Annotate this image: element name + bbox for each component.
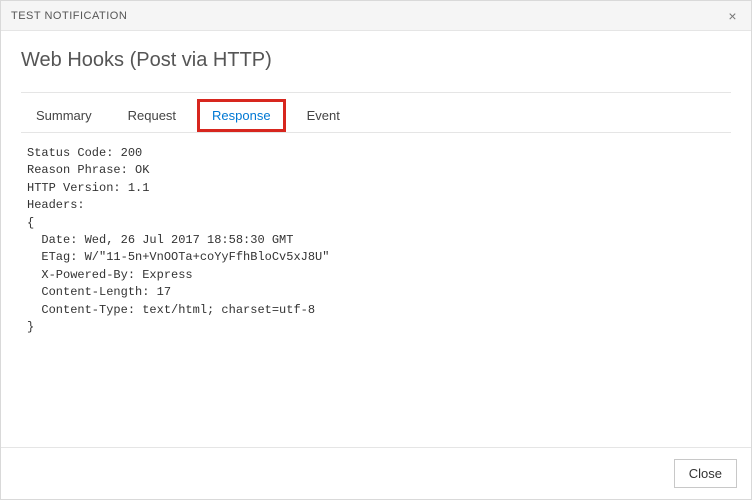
close-button[interactable]: Close [674,459,737,488]
page-title: Web Hooks (Post via HTTP) [21,49,731,72]
tab-response[interactable]: Response [197,99,286,132]
divider [21,92,731,93]
tab-bar: Summary Request Response Event [21,99,731,133]
tab-summary[interactable]: Summary [21,99,107,132]
close-icon[interactable]: × [724,6,741,26]
dialog-titlebar: TEST NOTIFICATION × [1,1,751,31]
dialog-footer: Close [1,447,751,499]
response-body: Status Code: 200 Reason Phrase: OK HTTP … [21,133,731,348]
tab-request[interactable]: Request [113,99,191,132]
tab-event[interactable]: Event [292,99,355,132]
dialog-title: TEST NOTIFICATION [11,10,127,22]
dialog-content: Web Hooks (Post via HTTP) Summary Reques… [1,31,751,348]
